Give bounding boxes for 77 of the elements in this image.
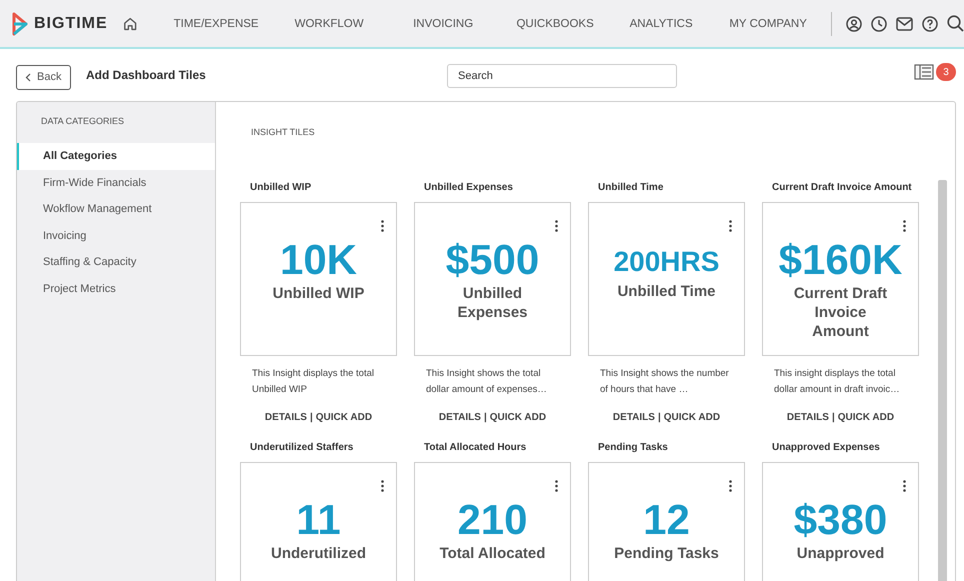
tile-label: Pending Tasks <box>613 544 720 563</box>
category-item[interactable]: Project Metrics <box>17 276 215 302</box>
link-separator: | <box>832 412 835 423</box>
tile-description: This Insight shows the number of hours that have … <box>599 367 730 397</box>
sidebar-heading: DATA CATEGORIES <box>40 115 126 128</box>
details-link[interactable]: DETAILS <box>438 412 481 423</box>
quick-add-link[interactable]: QUICK ADD <box>838 412 894 423</box>
tile-value: 12 <box>643 496 690 544</box>
tile-title: Pending Tasks <box>597 442 669 455</box>
brand-name: BIGTIME <box>34 14 108 32</box>
category-item[interactable]: Invoicing <box>17 222 215 249</box>
tile-label: Total Allocated <box>438 544 546 563</box>
tile-value: $380 <box>794 496 888 544</box>
tile-label: Unbilled Time <box>616 282 717 301</box>
tile-value: 11 <box>296 496 341 544</box>
help-icon[interactable] <box>922 16 938 32</box>
details-link[interactable]: DETAILS <box>786 412 829 423</box>
tile-label: Unapproved <box>796 544 886 563</box>
category-item[interactable]: Staffing & Capacity <box>17 249 215 276</box>
section-heading: INSIGHT TILES <box>251 127 316 139</box>
more-options-icon[interactable] <box>555 480 558 492</box>
tile-description: This Insight displays the total Unbilled WIP <box>251 367 375 397</box>
more-options-icon[interactable] <box>729 480 732 492</box>
more-options-icon[interactable] <box>903 480 906 492</box>
more-options-icon[interactable] <box>903 220 906 232</box>
home-icon[interactable] <box>122 16 138 32</box>
tile-title: Unbilled Expenses <box>423 182 514 195</box>
tile-description: This Insight shows the total dollar amount of expenses… <box>425 367 548 397</box>
tile-label: Unbilled WIP <box>272 284 366 303</box>
logo-icon <box>11 10 29 36</box>
tile-title: Unapproved Expenses <box>771 442 881 455</box>
more-options-icon[interactable] <box>555 220 558 232</box>
search-icon[interactable] <box>947 15 964 32</box>
tile-description: This insight displays the total dollar amount in draft invoic… <box>773 367 901 397</box>
link-separator: | <box>484 412 487 423</box>
link-separator: | <box>310 412 313 423</box>
notification-badge: 3 <box>936 63 956 81</box>
tile-title: Underutilized Staffers <box>249 442 354 455</box>
search-field[interactable]: Search <box>447 64 677 88</box>
nav-link[interactable]: QUICKBOOKS <box>501 18 610 30</box>
details-link[interactable]: DETAILS <box>264 412 307 423</box>
tile-value: 200HRS <box>614 245 720 279</box>
nav-link[interactable]: INVOICING <box>385 18 502 30</box>
quick-add-link[interactable]: QUICK ADD <box>316 412 372 423</box>
link-separator: | <box>658 412 661 423</box>
tile-title: Unbilled Time <box>597 182 664 195</box>
scrollbar[interactable] <box>938 180 947 581</box>
tile-value: 210 <box>457 496 528 544</box>
tile-value: $160K <box>778 236 902 284</box>
page-title: Add Dashboard Tiles <box>86 68 206 82</box>
more-options-icon[interactable] <box>381 220 384 232</box>
chevron-left-icon <box>25 72 31 82</box>
nav-link[interactable]: WORKFLOW <box>273 18 386 30</box>
tile-label: Unbilled Expenses <box>456 284 529 322</box>
tile-label: Underutilized <box>270 544 367 563</box>
more-options-icon[interactable] <box>729 220 732 232</box>
details-link[interactable]: DETAILS <box>612 412 655 423</box>
category-item[interactable]: Wokflow Management <box>17 196 215 222</box>
category-item[interactable]: All Categories <box>17 143 215 170</box>
tile-title: Unbilled WIP <box>249 182 312 195</box>
nav-link[interactable]: ANALYTICS <box>609 18 714 30</box>
tile-title: Total Allocated Hours <box>423 442 528 455</box>
back-button[interactable]: Back <box>16 64 71 90</box>
nav-link[interactable]: MY COMPANY <box>713 18 824 30</box>
clock-icon[interactable] <box>871 16 888 32</box>
category-item[interactable]: Firm-Wide Financials <box>17 170 215 196</box>
quick-add-link[interactable]: QUICK ADD <box>664 412 720 423</box>
mail-icon[interactable] <box>896 16 914 30</box>
nav-link[interactable]: TIME/EXPENSE <box>159 18 274 30</box>
quick-add-link[interactable]: QUICK ADD <box>490 412 546 423</box>
tile-value: $500 <box>446 236 540 284</box>
tile-value: 10K <box>280 236 358 284</box>
tile-label: Current Draft Invoice Amount <box>792 284 888 341</box>
tile-title: Current Draft Invoice Amount <box>771 182 913 195</box>
list-view-icon[interactable] <box>914 64 934 80</box>
more-options-icon[interactable] <box>381 480 384 492</box>
user-icon[interactable] <box>846 16 862 32</box>
